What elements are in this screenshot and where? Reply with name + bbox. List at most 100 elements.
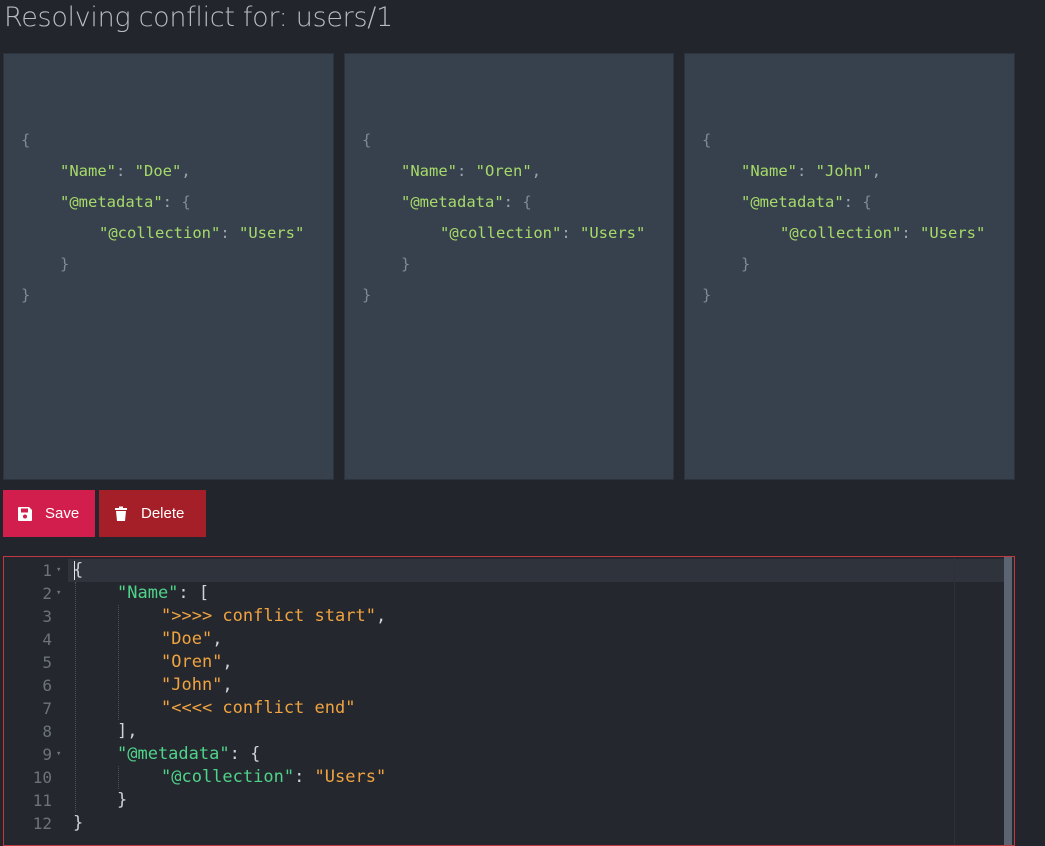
json-metadata-line: "@metadata": { (401, 192, 532, 212)
json-colon: : (116, 162, 135, 180)
editor-scrollbar[interactable] (1004, 557, 1012, 845)
line-number: 10 (32, 768, 52, 787)
json-comma: , (531, 162, 542, 180)
trash-icon (113, 506, 129, 522)
line-number: 2 (42, 584, 52, 603)
code-line-8: ], (117, 721, 138, 741)
json-colon: : (843, 193, 863, 211)
code-key-name: "Name" (117, 583, 179, 603)
conflict-end-marker: "<<<< conflict end" (161, 698, 356, 718)
text-cursor (74, 561, 75, 580)
name-value-text: Doe (144, 162, 173, 180)
conflict-value-john: "John" (161, 675, 223, 695)
code-line-3: ">>>> conflict start", (161, 605, 386, 628)
code-line-5: "Oren", (161, 651, 233, 674)
json-collection-value: "Users" (920, 224, 986, 242)
active-line-highlight (68, 559, 1004, 582)
code-line-10: "@collection": "Users" (161, 766, 386, 789)
code-line-11: } (117, 790, 128, 810)
json-collection-line: "@collection": "Users" (440, 223, 645, 243)
code-punctuation: : (294, 767, 315, 787)
json-colon: : (162, 193, 182, 211)
json-key-collection: "@collection" (99, 224, 221, 242)
json-key-name: "Name" (741, 162, 797, 180)
json-close-brace: } (60, 255, 70, 273)
line-number: 12 (32, 814, 52, 833)
code-key-metadata: "@metadata" (117, 744, 230, 764)
code-comma: , (212, 629, 223, 649)
code-comma: , (222, 675, 233, 695)
save-button[interactable]: Save (3, 490, 95, 537)
conflict-version-panel-2: { "Name": "Oren", "@metadata": { "@colle… (344, 53, 674, 480)
code-line-2: "Name": [ (117, 582, 209, 605)
fold-arrow-icon[interactable]: ▾ (56, 582, 61, 605)
json-close-brace: } (741, 255, 751, 273)
indent-guide (118, 605, 119, 720)
collection-value-text: Users (589, 224, 637, 242)
json-collection-value: "Users" (580, 224, 646, 242)
code-line-9: "@metadata": { (117, 743, 260, 766)
json-name-value: "John" (815, 162, 872, 180)
json-key-metadata: "@metadata" (741, 193, 844, 211)
indent-guide (75, 582, 76, 812)
json-comma: , (181, 162, 191, 180)
code-key-collection: "@collection" (161, 767, 295, 787)
collection-value-text: Users (248, 224, 296, 242)
json-colon: : (503, 193, 523, 211)
json-collection-line: "@collection": "Users" (780, 223, 985, 243)
fold-arrow-icon[interactable]: ▾ (56, 743, 61, 766)
json-close-brace: } (362, 286, 372, 304)
line-number: 9 (42, 745, 52, 764)
json-close-brace: } (21, 286, 31, 304)
conflict-value-doe: "Doe" (161, 629, 213, 649)
json-colon: : (457, 162, 476, 180)
page-title: Resolving conflict for: users/1 (4, 2, 393, 33)
json-open-brace: { (862, 193, 872, 211)
code-line-6: "John", (161, 674, 233, 697)
name-value-text: Oren (485, 162, 523, 180)
print-margin (954, 557, 955, 845)
json-key-collection: "@collection" (780, 224, 902, 242)
json-key-metadata: "@metadata" (60, 193, 163, 211)
code-line-7: "<<<< conflict end" (161, 697, 355, 720)
resolution-json-editor[interactable]: 1 ▾ 2 ▾ 3 4 5 6 7 8 9 ▾ 10 11 12 { "Name… (3, 556, 1015, 846)
indent-guide (118, 766, 119, 789)
json-colon: : (901, 224, 920, 242)
conflict-version-panel-1: { "Name": "Doe", "@metadata": { "@collec… (3, 53, 334, 480)
name-value-text: John (825, 162, 863, 180)
json-open-brace: { (702, 131, 712, 149)
json-key-name: "Name" (60, 162, 116, 180)
line-number: 8 (42, 722, 52, 741)
json-name-value: "Doe" (134, 162, 182, 180)
conflict-start-marker: ">>>> conflict start" (161, 606, 376, 626)
json-metadata-line: "@metadata": { (741, 192, 872, 212)
line-number: 6 (42, 676, 52, 695)
json-key-metadata: "@metadata" (401, 193, 504, 211)
json-close-brace: } (702, 286, 712, 304)
delete-button[interactable]: Delete (99, 490, 206, 537)
delete-button-label: Delete (141, 505, 185, 522)
json-name-line: "Name": "Oren", (401, 161, 541, 181)
line-number: 3 (42, 607, 52, 626)
json-open-brace: { (21, 131, 31, 149)
line-number: 7 (42, 699, 52, 718)
fold-arrow-icon[interactable]: ▾ (56, 559, 61, 582)
json-open-brace: { (181, 193, 191, 211)
json-name-line: "Name": "John", (741, 161, 881, 181)
code-punctuation: : [ (178, 583, 210, 603)
line-number: 4 (42, 630, 52, 649)
code-comma: , (222, 652, 233, 672)
json-collection-value: "Users" (239, 224, 305, 242)
json-key-collection: "@collection" (440, 224, 562, 242)
json-comma: , (871, 162, 882, 180)
line-number: 11 (32, 791, 52, 810)
json-colon: : (797, 162, 816, 180)
line-number: 1 (42, 561, 52, 580)
code-collection-value: "Users" (314, 767, 387, 787)
code-punctuation: : { (229, 744, 261, 764)
save-button-label: Save (45, 505, 80, 522)
line-number-gutter: 1 ▾ 2 ▾ 3 4 5 6 7 8 9 ▾ 10 11 12 (4, 557, 68, 845)
conflict-value-oren: "Oren" (161, 652, 223, 672)
collection-value-text: Users (929, 224, 977, 242)
json-open-brace: { (362, 131, 372, 149)
